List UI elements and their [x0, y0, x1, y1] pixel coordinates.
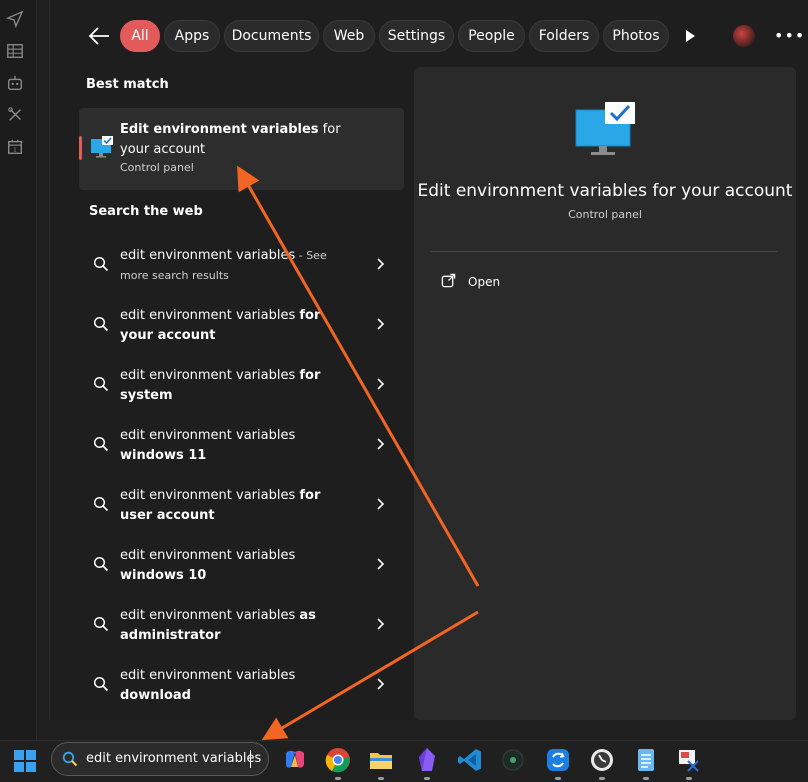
more-options-icon[interactable]: ••• [774, 26, 804, 45]
web-result[interactable]: edit environment variables windows 10 [79, 536, 404, 592]
start-windows-icon[interactable] [14, 750, 36, 772]
search-icon [93, 556, 109, 572]
search-query: edit environment variables [86, 751, 262, 766]
detail-title: Edit environment variables for your acco… [417, 181, 793, 201]
web-result-text: edit environment variables windows 11 [120, 428, 296, 463]
text-caret [250, 750, 251, 768]
running-indicator [424, 777, 430, 780]
circle-app-icon[interactable] [500, 747, 526, 773]
detail-subtitle: Control panel [568, 208, 642, 221]
running-indicator [555, 777, 561, 780]
web-result[interactable]: edit environment variables for system [79, 356, 404, 412]
tools-icon[interactable] [6, 106, 26, 126]
calendar-icon[interactable]: 1 [6, 138, 26, 158]
chevron-right-icon [375, 376, 385, 390]
chevron-right-icon [375, 436, 385, 450]
web-result-text: edit environment variables download [120, 668, 296, 703]
chevron-right-icon [375, 496, 385, 510]
table-icon[interactable] [6, 42, 26, 62]
selection-indicator [79, 136, 82, 160]
web-result-text: edit environment variables windows 10 [120, 548, 296, 583]
open-external-icon [441, 273, 456, 291]
detail-pane: Edit environment variables for your acco… [414, 67, 796, 720]
web-result-text: edit environment variables as administra… [120, 608, 316, 643]
filter-web[interactable]: Web [323, 20, 375, 52]
web-result[interactable]: edit environment variables as administra… [79, 596, 404, 652]
search-icon [93, 616, 109, 632]
web-result-text: edit environment variables - See more sea… [120, 248, 327, 282]
chevron-right-icon [375, 316, 385, 330]
environment-variables-icon [90, 136, 114, 158]
filter-all[interactable]: All [120, 20, 160, 52]
web-result[interactable]: edit environment variables windows 11 [79, 416, 404, 472]
filter-photos[interactable]: Photos [603, 20, 669, 52]
notepad-icon[interactable] [633, 747, 659, 773]
search-icon [93, 316, 109, 332]
chevron-right-icon [375, 616, 385, 630]
clock-app-icon[interactable] [589, 747, 615, 773]
search-icon [93, 496, 109, 512]
left-rail: 1 [0, 0, 37, 740]
back-arrow-icon[interactable] [87, 25, 111, 47]
snipping-tool-icon[interactable] [676, 747, 702, 773]
search-icon [93, 376, 109, 392]
copilot-icon[interactable] [282, 747, 308, 773]
best-match-card[interactable]: Edit environment variables for your acco… [79, 108, 404, 190]
chrome-icon[interactable] [325, 747, 351, 773]
send-icon[interactable] [5, 10, 26, 30]
web-result[interactable]: edit environment variables download [79, 656, 404, 712]
running-indicator [643, 777, 649, 780]
filter-documents[interactable]: Documents [224, 20, 319, 52]
sync-app-icon[interactable] [545, 747, 571, 773]
robot-icon[interactable] [6, 74, 26, 94]
search-icon [62, 751, 78, 767]
filter-folders[interactable]: Folders [529, 20, 599, 52]
web-result-text: edit environment variables for user acco… [120, 488, 321, 523]
search-icon [93, 256, 109, 272]
taskbar-search-input[interactable]: edit environment variables [51, 742, 269, 776]
web-result-text: edit environment variables for system [120, 368, 321, 403]
open-label: Open [468, 275, 501, 289]
chevron-right-icon [375, 676, 385, 690]
rail-divider [49, 0, 50, 720]
search-icon [93, 676, 109, 692]
filter-settings[interactable]: Settings [379, 20, 454, 52]
svg-text:1: 1 [13, 148, 16, 154]
web-result-text: edit environment variables for your acco… [120, 308, 321, 343]
more-filters-play-icon[interactable] [680, 26, 700, 46]
best-match-title: Edit environment variables for your acco… [120, 122, 341, 157]
running-indicator [686, 777, 692, 780]
environment-variables-icon [575, 102, 637, 158]
search-web-heading: Search the web [89, 204, 203, 219]
taskbar: edit environment variables [0, 740, 808, 782]
filter-apps[interactable]: Apps [164, 20, 220, 52]
chevron-right-icon [375, 556, 385, 570]
file-explorer-icon[interactable] [368, 747, 394, 773]
open-action[interactable]: Open [441, 273, 500, 291]
obsidian-icon[interactable] [414, 747, 440, 773]
running-indicator [599, 777, 605, 780]
detail-divider [430, 251, 778, 252]
filter-people[interactable]: People [458, 20, 525, 52]
avatar[interactable] [733, 25, 755, 47]
best-match-subtitle: Control panel [120, 161, 194, 174]
best-match-heading: Best match [86, 77, 169, 92]
vscode-icon[interactable] [457, 747, 483, 773]
web-result[interactable]: edit environment variables for user acco… [79, 476, 404, 532]
running-indicator [378, 777, 384, 780]
web-result[interactable]: edit environment variables - See more sea… [79, 236, 404, 292]
web-result[interactable]: edit environment variables for your acco… [79, 296, 404, 352]
chevron-right-icon [375, 256, 385, 270]
running-indicator [335, 777, 341, 780]
search-icon [93, 436, 109, 452]
